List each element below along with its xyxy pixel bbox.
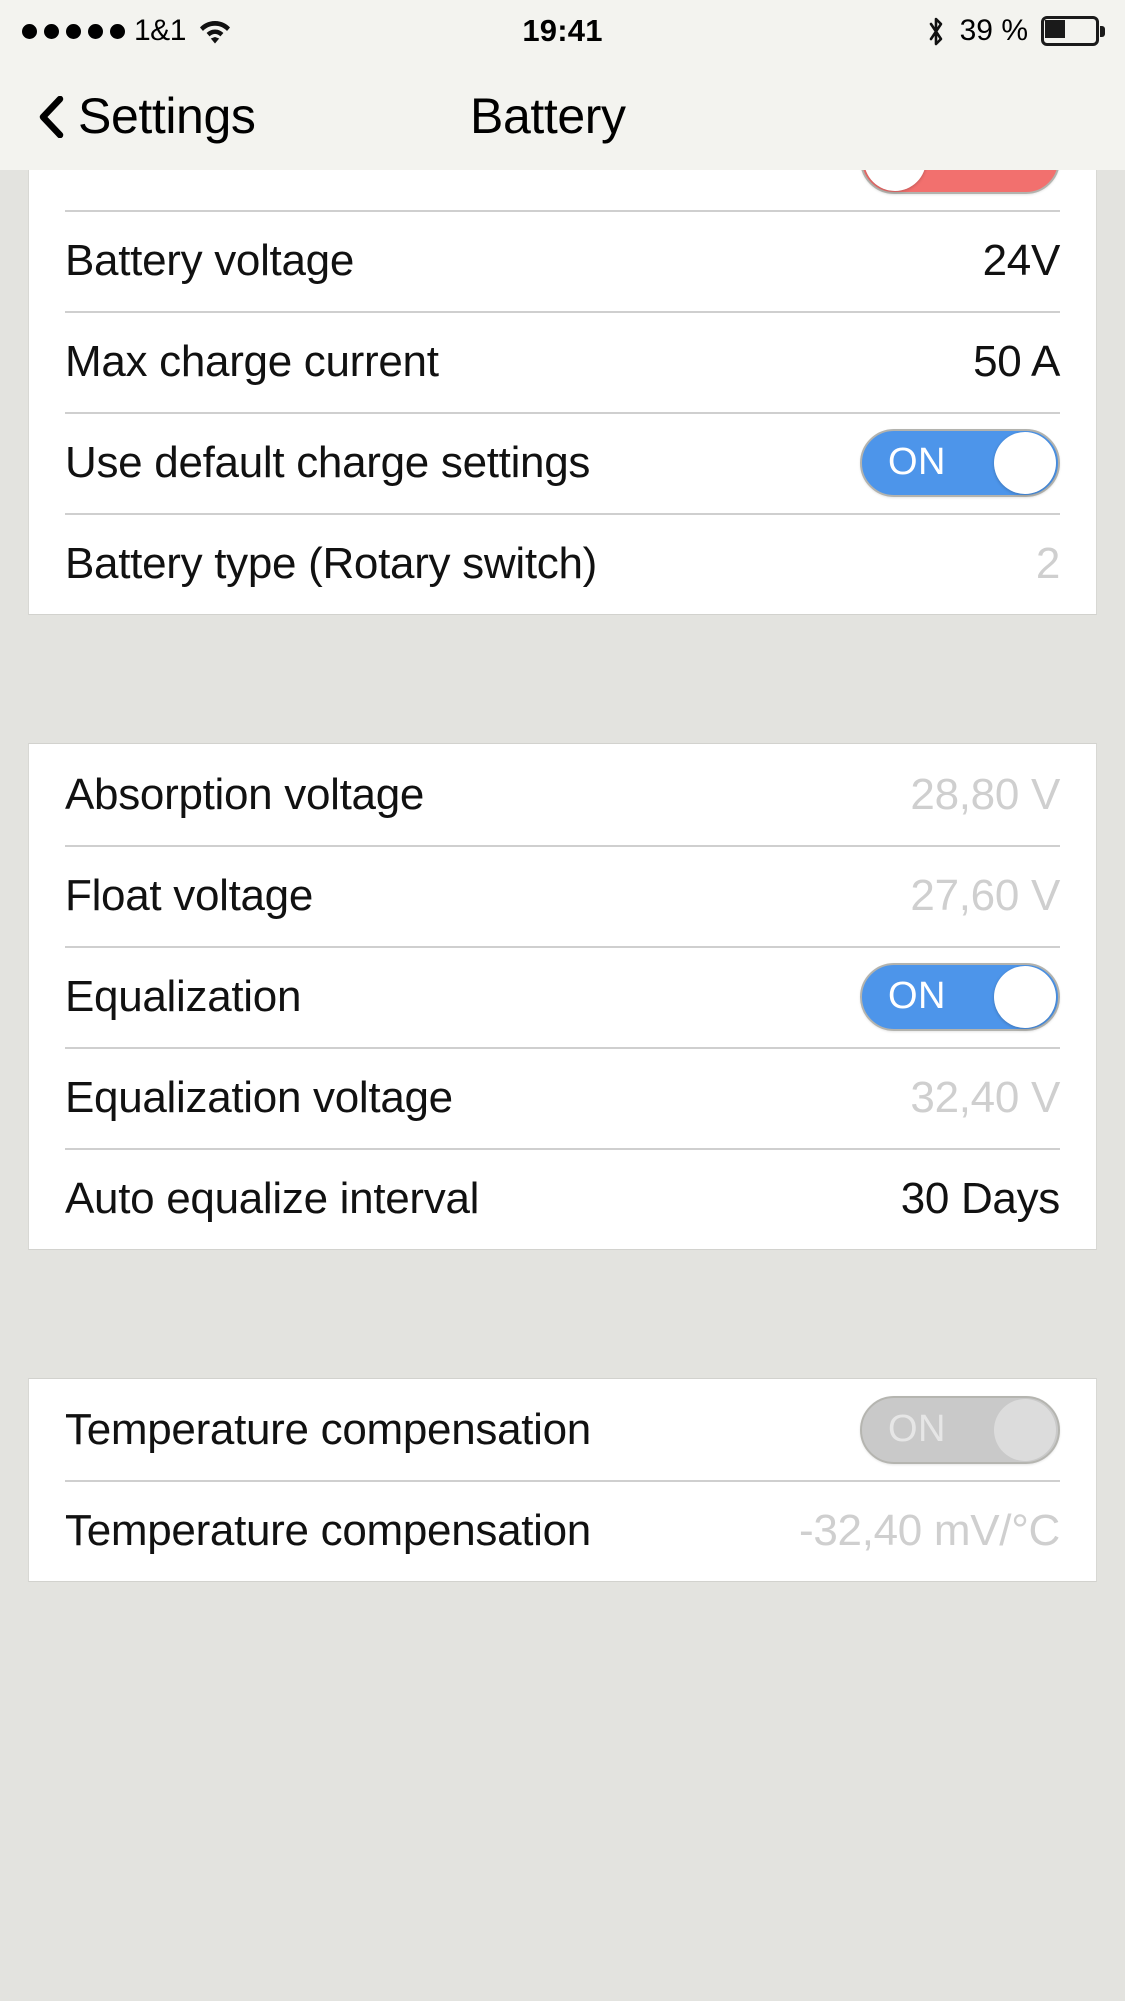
row-clipped-toggle[interactable]: [29, 170, 1096, 210]
back-button[interactable]: Settings: [38, 87, 256, 145]
row-label: Auto equalize interval: [65, 1173, 480, 1223]
toggle-switch-use-default-charge-settings[interactable]: ON: [860, 428, 1060, 497]
row-absorption-voltage[interactable]: Absorption voltage 28,80 V: [29, 744, 1096, 845]
toggle-knob: [994, 1398, 1056, 1461]
row-label: Equalization voltage: [65, 1072, 453, 1122]
row-equalization-voltage[interactable]: Equalization voltage 32,40 V: [29, 1047, 1096, 1148]
status-bar: 1&1 19:41 39 %: [0, 0, 1125, 62]
page-title: Battery: [470, 88, 626, 144]
row-value: 30 Days: [900, 1173, 1061, 1223]
row-value: 24V: [982, 235, 1061, 285]
toggle-knob: [864, 170, 926, 191]
toggle-switch-clipped[interactable]: [860, 170, 1060, 194]
bluetooth-icon: [925, 15, 947, 47]
section-temperature: Temperature compensation ON Temperature …: [28, 1378, 1097, 1582]
toggle-label: ON: [888, 441, 946, 483]
section-voltages: Absorption voltage 28,80 V Float voltage…: [28, 743, 1097, 1250]
navigation-bar: Settings Battery: [0, 62, 1125, 170]
status-bar-right: 39 %: [925, 14, 1105, 48]
row-temperature-compensation-toggle[interactable]: Temperature compensation ON: [29, 1379, 1096, 1480]
row-auto-equalize-interval[interactable]: Auto equalize interval 30 Days: [29, 1148, 1096, 1249]
toggle-knob: [994, 965, 1056, 1028]
row-label: Float voltage: [65, 870, 314, 920]
settings-scroll-container[interactable]: Battery voltage 24V Max charge current 5…: [0, 170, 1125, 2001]
battery-icon: [1041, 16, 1105, 46]
row-battery-voltage[interactable]: Battery voltage 24V: [29, 210, 1096, 311]
row-value: 27,60 V: [910, 870, 1060, 920]
row-battery-type[interactable]: Battery type (Rotary switch) 2: [29, 513, 1096, 614]
row-temperature-compensation-value[interactable]: Temperature compensation -32,40 mV/°C: [29, 1480, 1096, 1581]
row-label: Equalization: [65, 971, 302, 1021]
row-label: Temperature compensation: [65, 1404, 591, 1454]
row-label: Use default charge settings: [65, 437, 591, 487]
row-label: Battery type (Rotary switch): [65, 538, 597, 588]
battery-percent-label: 39 %: [959, 14, 1028, 47]
row-label: Max charge current: [65, 336, 439, 386]
row-value: 28,80 V: [910, 769, 1060, 819]
row-float-voltage[interactable]: Float voltage 27,60 V: [29, 845, 1096, 946]
row-equalization[interactable]: Equalization ON: [29, 946, 1096, 1047]
row-value: 2: [1035, 538, 1060, 588]
row-label: Temperature compensation: [65, 1505, 591, 1555]
section-charge-settings: Battery voltage 24V Max charge current 5…: [28, 170, 1097, 615]
row-max-charge-current[interactable]: Max charge current 50 A: [29, 311, 1096, 412]
row-value: 50 A: [973, 336, 1060, 386]
row-value: -32,40 mV/°C: [799, 1505, 1060, 1555]
toggle-label: ON: [888, 1408, 946, 1450]
row-label: Absorption voltage: [65, 769, 425, 819]
row-use-default-charge-settings[interactable]: Use default charge settings ON: [29, 412, 1096, 513]
back-button-label: Settings: [78, 88, 256, 144]
toggle-switch-temperature-compensation[interactable]: ON: [860, 1395, 1060, 1464]
row-label: Battery voltage: [65, 235, 354, 285]
toggle-switch-equalization[interactable]: ON: [860, 962, 1060, 1031]
row-value: 32,40 V: [910, 1072, 1060, 1122]
toggle-label: ON: [888, 975, 946, 1017]
toggle-knob: [994, 431, 1056, 494]
chevron-left-icon: [38, 95, 64, 139]
